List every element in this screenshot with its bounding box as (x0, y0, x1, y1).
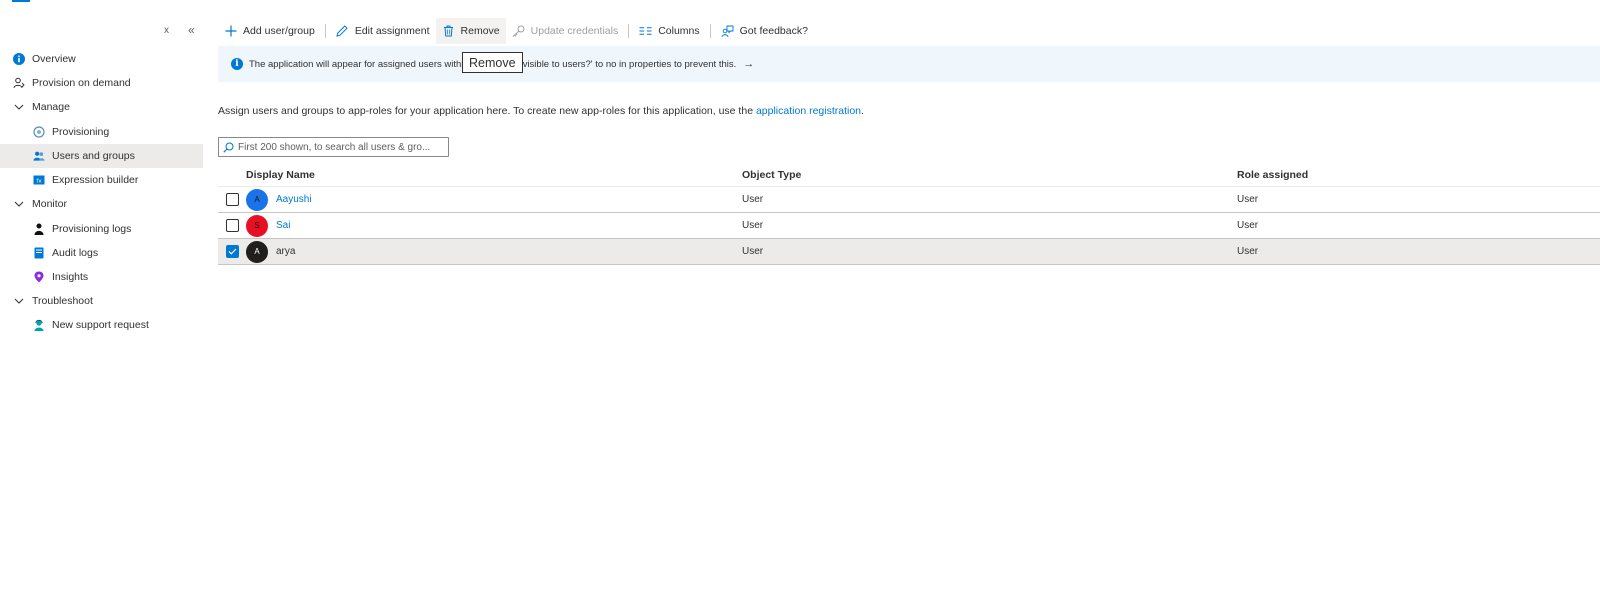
sidebar: x « Overview Provision on demand Manage … (0, 0, 203, 616)
description-text: Assign users and groups to app-roles for… (218, 105, 756, 117)
application-registration-link[interactable]: application registration (756, 105, 861, 117)
remove-button[interactable]: Remove (435, 18, 506, 44)
trash-icon (442, 25, 455, 38)
feedback-button[interactable]: Got feedback? (715, 18, 814, 44)
sidebar-item-provision-on-demand[interactable]: Provision on demand (0, 71, 203, 95)
user-sync-icon (13, 77, 25, 89)
close-icon[interactable]: x (164, 25, 169, 36)
users-table: Display Name Object Type Role assigned A… (218, 163, 1600, 265)
expression-builder-icon: fx (33, 174, 45, 186)
table-row[interactable]: A Aayushi User User (218, 187, 1600, 213)
svg-text:fx: fx (36, 178, 42, 184)
insights-icon (33, 271, 45, 283)
audit-log-icon (33, 247, 45, 259)
table-row[interactable]: A arya User User (218, 239, 1600, 265)
collapse-sidebar-icon[interactable]: « (188, 23, 195, 37)
feedback-icon (721, 25, 734, 38)
search-input[interactable] (238, 141, 438, 153)
row-checkbox[interactable] (225, 193, 239, 206)
search-icon (223, 142, 234, 153)
table-header: Display Name Object Type Role assigned (218, 163, 1600, 187)
toolbar-divider (324, 24, 326, 38)
sidebar-item-audit-logs[interactable]: Audit logs (0, 241, 203, 265)
sidebar-item-label: Expression builder (52, 174, 139, 186)
add-user-group-label: Add user/group (243, 25, 315, 37)
sidebar-item-overview[interactable]: Overview (0, 47, 203, 71)
row-checkbox[interactable] (225, 219, 239, 232)
chevron-down-icon (13, 298, 25, 304)
chevron-down-icon (13, 104, 25, 110)
remove-tooltip: Remove (462, 52, 523, 73)
support-agent-icon (33, 319, 45, 331)
table-row[interactable]: S Sai User User (218, 213, 1600, 239)
sidebar-item-label: Provision on demand (32, 77, 131, 89)
sidebar-group-label: Monitor (32, 198, 68, 210)
avatar: A (246, 188, 268, 211)
user-name-link[interactable]: arya (276, 246, 295, 257)
feedback-label: Got feedback? (739, 25, 808, 37)
update-credentials-label: Update credentials (530, 25, 619, 37)
arrow-right-icon[interactable]: → (743, 58, 754, 70)
sidebar-group-label: Manage (32, 101, 70, 113)
description-end: . (861, 105, 864, 117)
avatar: S (246, 214, 268, 237)
edit-assignment-button[interactable]: Edit assignment (330, 18, 436, 44)
toolbar-divider (628, 24, 630, 38)
sidebar-item-label: Overview (32, 53, 76, 65)
page-description: Assign users and groups to app-roles for… (218, 105, 864, 117)
edit-assignment-label: Edit assignment (354, 25, 430, 37)
column-header-display-name[interactable]: Display Name (246, 169, 742, 181)
banner-text-start: The application will appear for assigned… (249, 58, 469, 70)
columns-label: Columns (658, 25, 700, 37)
toolbar-divider (709, 24, 711, 38)
user-name-link[interactable]: Sai (276, 220, 290, 231)
checkmark-icon (228, 248, 236, 255)
sidebar-item-provisioning-logs[interactable]: Provisioning logs (0, 217, 203, 241)
update-credentials-button[interactable]: Update credentials (506, 18, 625, 44)
search-box[interactable] (218, 137, 449, 157)
sidebar-group-troubleshoot[interactable]: Troubleshoot (0, 289, 203, 313)
pencil-icon (336, 25, 349, 38)
sidebar-item-label: Provisioning (52, 126, 110, 138)
chevron-down-icon (13, 201, 25, 207)
column-header-object-type[interactable]: Object Type (742, 169, 1237, 181)
column-header-role-assigned[interactable]: Role assigned (1237, 169, 1600, 181)
command-bar: Add user/group Edit assignment Remove Up… (218, 18, 814, 44)
sidebar-item-label: Provisioning logs (52, 223, 132, 235)
sidebar-item-expression-builder[interactable]: fx Expression builder (0, 168, 203, 192)
sidebar-item-label: Insights (52, 271, 89, 283)
info-banner: i The application will appear for assign… (218, 46, 1600, 82)
sidebar-group-manage[interactable]: Manage (0, 95, 203, 119)
sidebar-group-monitor[interactable]: Monitor (0, 192, 203, 216)
sidebar-item-users-and-groups[interactable]: Users and groups (0, 144, 203, 168)
sidebar-item-label: Audit logs (52, 247, 99, 259)
remove-label: Remove (460, 25, 500, 37)
columns-icon (639, 25, 652, 38)
columns-button[interactable]: Columns (633, 18, 705, 44)
sidebar-group-label: Troubleshoot (32, 295, 93, 307)
object-type-cell: User (742, 246, 764, 257)
provisioning-icon (33, 126, 45, 138)
row-checkbox-checked[interactable] (225, 245, 239, 258)
sidebar-item-insights[interactable]: Insights (0, 265, 203, 289)
sidebar-item-label: New support request (52, 319, 149, 331)
users-icon (33, 150, 45, 162)
sidebar-item-provisioning[interactable]: Provisioning (0, 120, 203, 144)
plus-icon (224, 25, 237, 38)
log-user-icon (33, 223, 45, 235)
role-cell: User (1237, 246, 1259, 257)
sidebar-item-label: Users and groups (52, 150, 135, 162)
object-type-cell: User (742, 194, 764, 205)
object-type-cell: User (742, 220, 764, 231)
user-name-link[interactable]: Aayushi (276, 194, 312, 205)
sidebar-item-new-support-request[interactable]: New support request (0, 313, 203, 337)
role-cell: User (1237, 220, 1259, 231)
banner-text-end: visible to users?' to no in properties t… (522, 58, 737, 70)
add-user-group-button[interactable]: Add user/group (218, 18, 321, 44)
info-icon (13, 53, 25, 65)
key-icon (512, 25, 525, 38)
info-icon: i (231, 58, 243, 70)
role-cell: User (1237, 194, 1259, 205)
avatar: A (246, 240, 268, 263)
